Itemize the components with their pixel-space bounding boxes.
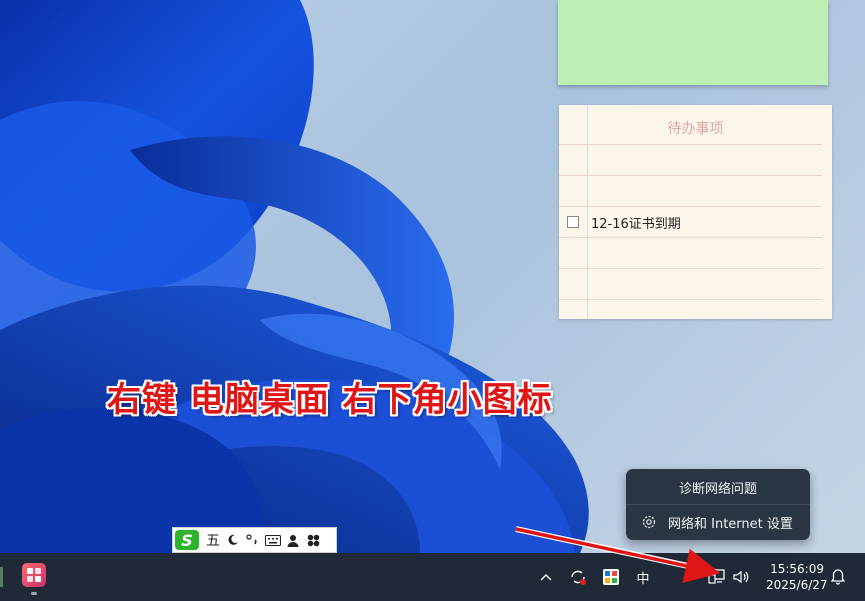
menu-item-label: 诊断网络问题 — [678, 481, 757, 497]
taskbar-left-item[interactable] — [0, 567, 3, 587]
app-grid-icon[interactable] — [600, 565, 622, 589]
user-icon[interactable] — [283, 529, 303, 551]
todo-item-text: 12-16证书到期 — [591, 216, 681, 232]
clock-time: 15:56:09 — [770, 562, 824, 576]
network-icon[interactable] — [706, 565, 728, 589]
app-launcher-icon[interactable] — [22, 563, 46, 587]
notification-bell-icon[interactable] — [828, 565, 848, 589]
input-method-indicator[interactable]: 中 — [632, 565, 654, 589]
input-mode-toggle[interactable]: 五 — [203, 529, 223, 551]
ruled-line — [559, 299, 822, 300]
todo-title: 待办事项 — [667, 121, 724, 137]
clover-icon[interactable] — [303, 529, 323, 551]
todo-checkbox[interactable] — [567, 216, 579, 228]
ruled-line — [559, 268, 822, 269]
sogou-logo-icon[interactable]: S — [175, 530, 199, 550]
menu-item-diagnose-network[interactable]: 诊断网络问题 — [626, 470, 810, 504]
gear-icon — [640, 513, 658, 531]
ruled-line — [559, 175, 822, 176]
menu-item-network-settings[interactable]: 网络和 Internet 设置 — [626, 505, 810, 539]
ime-toolbar: S 五 — [172, 527, 337, 553]
instruction-caption: 右键 电脑桌面 右下角小图标 — [107, 380, 553, 420]
clock-date: 2025/6/27 — [766, 578, 828, 592]
todo-note[interactable]: 待办事项 12-16证书到期 — [559, 105, 832, 319]
sticky-note-green[interactable] — [558, 0, 828, 85]
ruled-line — [559, 206, 822, 207]
todo-item[interactable]: 12-16证书到期 — [567, 213, 681, 232]
network-context-menu: 诊断网络问题 网络和 Internet 设置 — [626, 469, 810, 540]
running-indicator — [31, 592, 37, 595]
volume-icon[interactable] — [731, 565, 753, 589]
ruled-line — [559, 144, 822, 145]
menu-item-label: 网络和 Internet 设置 — [668, 516, 793, 532]
taskbar: 中 15:56:09 2025/6/27 — [0, 553, 865, 601]
sync-icon[interactable] — [567, 565, 589, 589]
keyboard-icon[interactable] — [263, 529, 283, 551]
system-clock[interactable]: 15:56:09 2025/6/27 — [766, 561, 828, 593]
chevron-up-icon[interactable] — [537, 565, 555, 589]
ruled-line — [559, 237, 822, 238]
moon-icon[interactable] — [223, 529, 243, 551]
punctuation-icon[interactable] — [243, 529, 263, 551]
